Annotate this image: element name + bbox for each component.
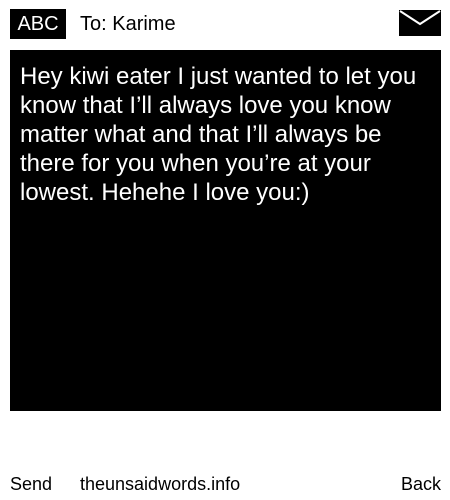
message-text: Hey kiwi eater I just wanted to let you … <box>20 63 417 206</box>
back-button[interactable]: Back <box>401 470 441 498</box>
site-watermark: theunsaidwords.info <box>80 474 241 494</box>
message-body-area[interactable]: Hey kiwi eater I just wanted to let you … <box>10 50 441 411</box>
softkey-bar: Send theunsaidwords.info Back <box>0 470 450 498</box>
recipient-label: To: Karime <box>80 13 176 35</box>
input-mode-badge[interactable]: ABC <box>10 9 66 39</box>
envelope-icon[interactable] <box>399 10 441 36</box>
message-header: ABC To: Karime <box>0 0 450 46</box>
send-button[interactable]: Send <box>10 470 52 498</box>
